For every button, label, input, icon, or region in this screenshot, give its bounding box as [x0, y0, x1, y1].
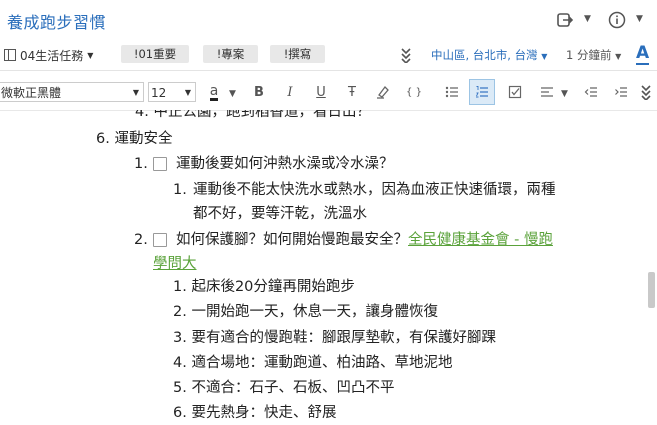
- list-number: 5.: [173, 380, 187, 396]
- share-icon[interactable]: [553, 8, 577, 32]
- time-selector[interactable]: 1 分鐘前 ▼: [566, 47, 621, 63]
- list-item: 2. 一開始跑一天，休息一天，讓身體恢復: [173, 302, 438, 322]
- font-size-select[interactable]: 12 ▼: [148, 82, 196, 102]
- list-item: 1. 起床後20分鐘再開始跑步: [173, 277, 355, 297]
- list-item: 4. 中正公園，跑到稻香道，看日出？: [135, 110, 371, 120]
- checkbox-list-button[interactable]: [503, 80, 527, 104]
- scrollbar-thumb[interactable]: [648, 272, 655, 308]
- list-item: 5. 不適合：石子、石板、凹凸不平: [173, 378, 394, 398]
- todo-checkbox[interactable]: [153, 233, 167, 247]
- title-bar: 養成跑步習慣 ▼ ▼: [0, 0, 657, 40]
- more-tools-icon[interactable]: [634, 80, 657, 104]
- location-selector[interactable]: 中山區, 台北市, 台灣 ▼: [431, 47, 547, 63]
- list-text: 運動後要如何沖熱水澡或冷水澡？: [176, 156, 394, 172]
- info-dropdown-icon[interactable]: ▼: [636, 14, 643, 24]
- link[interactable]: 全民健康基金會 - 慢跑: [408, 232, 553, 248]
- chevron-down-icon: ▼: [87, 50, 94, 60]
- outdent-button[interactable]: [579, 80, 603, 104]
- font-family-select[interactable]: 微軟正黑體 ▼: [0, 82, 144, 102]
- list-item: 6. 要先熱身：快走、舒展: [173, 403, 336, 423]
- tag-writing[interactable]: !撰寫: [270, 45, 325, 63]
- list-text: 一開始跑一天，休息一天，讓身體恢復: [191, 304, 438, 320]
- text-color-dropdown-icon[interactable]: ▼: [229, 89, 236, 99]
- list-number: 6.: [96, 131, 110, 147]
- notebook-icon: [4, 49, 16, 61]
- chevron-down-icon: ▼: [541, 52, 548, 61]
- todo-checkbox[interactable]: [153, 157, 167, 171]
- list-text: 不適合：石子、石板、凹凸不平: [191, 380, 395, 396]
- tag-important[interactable]: !01重要: [121, 45, 189, 63]
- list-text: 運動安全: [114, 131, 173, 147]
- highlight-button[interactable]: [371, 80, 395, 104]
- notebook-selector[interactable]: 04生活任務 ▼: [4, 45, 93, 65]
- note-body[interactable]: 4. 中正公園，跑到稻香道，看日出？ 6. 運動安全 1. 運動後要如何沖熱水澡…: [0, 110, 645, 425]
- time-label: 1 分鐘前: [566, 48, 612, 62]
- align-button[interactable]: [535, 80, 559, 104]
- share-dropdown-icon[interactable]: ▼: [584, 14, 591, 24]
- list-number: 2.: [173, 304, 187, 320]
- italic-button[interactable]: I: [278, 80, 302, 104]
- list-text: 如何保護腳？如何開始慢跑最安全？全民健康基金會 - 慢跑: [176, 230, 553, 250]
- code-button[interactable]: { }: [402, 80, 426, 104]
- tag-project[interactable]: !專案: [203, 45, 258, 63]
- numbered-list-button[interactable]: [469, 79, 495, 105]
- list-text: 適合場地：運動跑道、柏油路、草地泥地: [191, 355, 453, 371]
- list-text: 要有適合的慢跑鞋：腳跟厚墊軟，有保護好腳踝: [191, 330, 496, 346]
- list-number: 1.: [134, 156, 148, 172]
- strikethrough-button[interactable]: Ŧ: [340, 80, 364, 104]
- font-icon[interactable]: A: [636, 43, 650, 65]
- info-icon[interactable]: [605, 8, 629, 32]
- chevron-double-down-icon[interactable]: [394, 43, 418, 67]
- section-heading: 6. 運動安全: [96, 129, 172, 149]
- note-title[interactable]: 養成跑步習慣: [7, 9, 106, 33]
- chevron-down-icon: ▼: [184, 88, 191, 97]
- underline-button[interactable]: U: [309, 80, 333, 104]
- link[interactable]: 學問大: [153, 254, 197, 274]
- chevron-down-icon: ▼: [132, 88, 139, 97]
- list-item: 3. 要有適合的慢跑鞋：腳跟厚墊軟，有保護好腳踝: [173, 328, 496, 348]
- text-color-icon: a: [209, 82, 219, 101]
- bullet-list-button[interactable]: [440, 80, 464, 104]
- list-number: 1.: [173, 182, 187, 198]
- indent-button[interactable]: [609, 80, 633, 104]
- location-label: 中山區, 台北市, 台灣: [431, 48, 538, 62]
- chevron-down-icon: ▼: [615, 52, 622, 61]
- text-color-button[interactable]: a: [202, 80, 226, 104]
- list-number: 4.: [173, 355, 187, 371]
- align-dropdown-icon[interactable]: ▼: [561, 89, 568, 99]
- font-family-value: 微軟正黑體: [1, 86, 62, 100]
- list-number: 3.: [173, 330, 187, 346]
- bold-button[interactable]: B: [247, 80, 271, 104]
- list-text: 運動後不能太快洗水或熱水，因為血液正快速循環，兩種: [193, 182, 556, 198]
- list-number: 2.: [134, 232, 148, 248]
- notebook-label: 04生活任務: [20, 48, 84, 63]
- list-text: 起床後20分鐘再開始跑步: [191, 279, 355, 295]
- list-text: 如何保護腳？如何開始慢跑最安全？: [176, 232, 408, 248]
- list-item: 4. 適合場地：運動跑道、柏油路、草地泥地: [173, 353, 452, 373]
- font-size-value: 12: [151, 86, 167, 100]
- format-toolbar: 微軟正黑體 ▼ 12 ▼ a ▼ B I U Ŧ { } ▼: [0, 74, 657, 111]
- list-text: 都不好，要等汗乾，洗溫水: [193, 206, 367, 222]
- list-number: 6.: [173, 405, 187, 421]
- note-meta-bar: 04生活任務 ▼ !01重要 !專案 !撰寫 中山區, 台北市, 台灣 ▼ 1 …: [0, 40, 657, 71]
- list-number: 1.: [173, 279, 187, 295]
- list-text: 要先熱身：快走、舒展: [191, 405, 337, 421]
- link[interactable]: 學問大: [153, 256, 197, 272]
